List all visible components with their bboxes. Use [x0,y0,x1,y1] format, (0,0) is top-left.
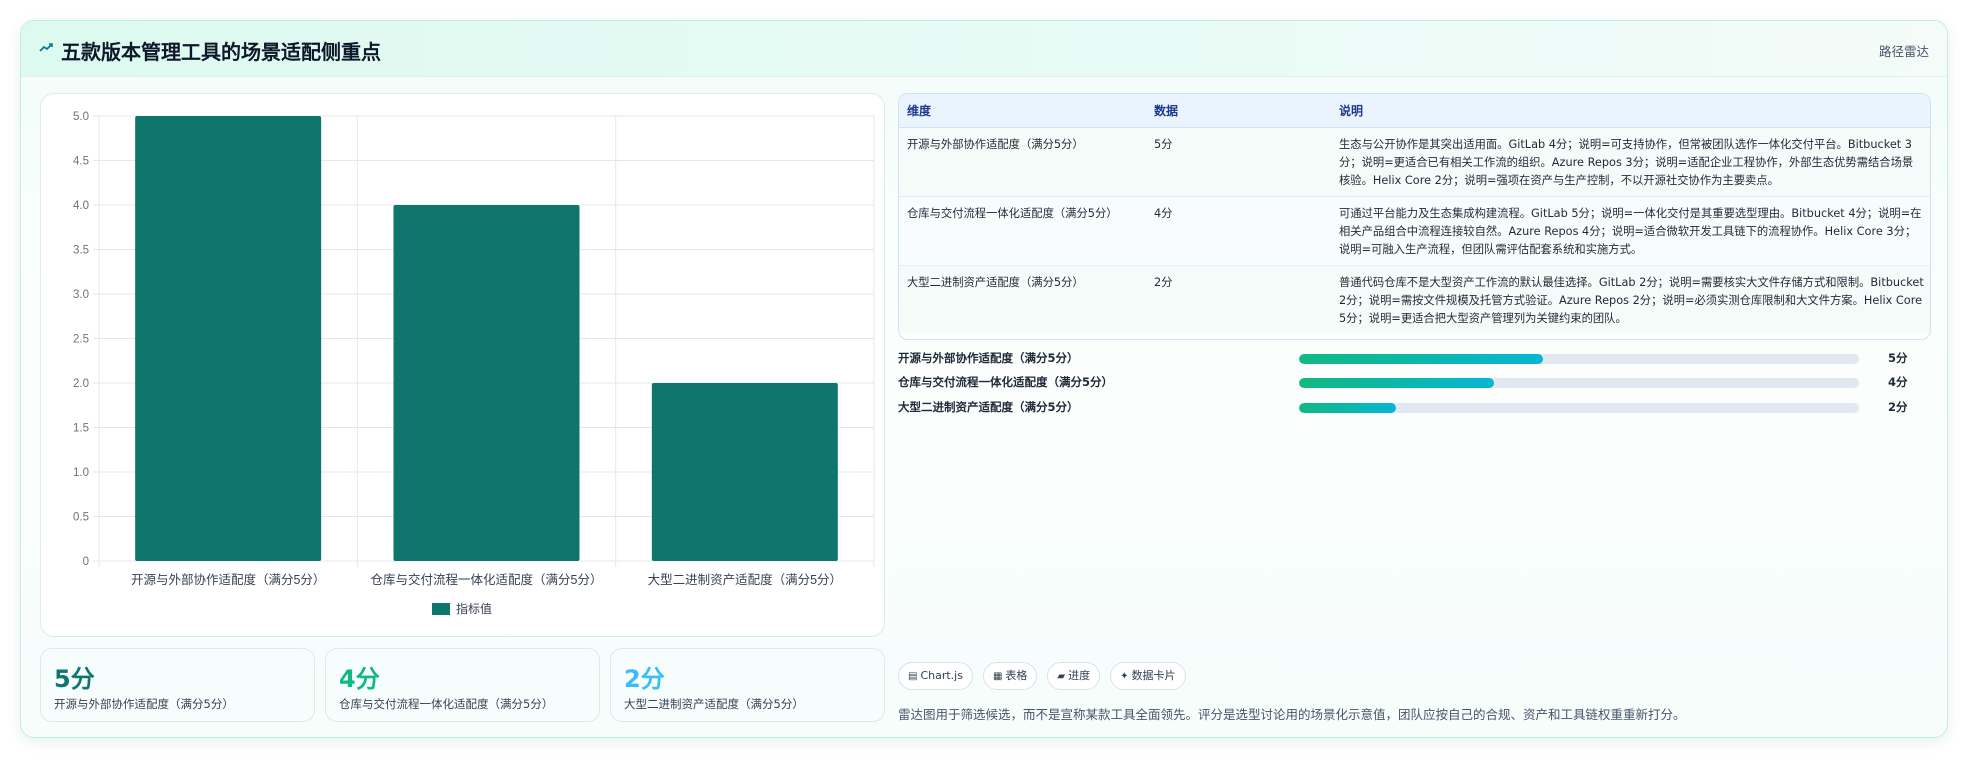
main-panel: 五款版本管理工具的场景适配侧重点 路径雷达 0 0.5 1.0 1.5 2.0 2.5 3.… [20,20,1948,738]
table-row: 大型二进制资产适配度（满分5分） 2分 普通代码仓库不是大型资产工作流的默认最佳… [899,265,1930,334]
table-icon: ▦ [992,671,1003,682]
bar [393,205,580,561]
stat-value: 4分 [339,665,380,693]
progress-track [1299,403,1859,413]
table-header-row: 维度 数据 说明 [899,94,1930,128]
page-title: 五款版本管理工具的场景适配侧重点 [61,40,381,64]
data-table-card: 维度 数据 说明 开源与外部协作适配度（满分5分） 5分 生态与公开协作是其突出… [898,93,1931,340]
stat-card: 5分 开源与外部协作适配度（满分5分） [40,648,315,722]
progress-value: 5分 [1888,351,1908,365]
stat-label: 仓库与交付流程一体化适配度（满分5分） [339,697,554,711]
progress-row: 大型二进制资产适配度（满分5分） 2分 [898,397,1931,417]
x-tick-label: 仓库与交付流程一体化适配度（满分5分） [371,572,603,587]
cell-description: 生态与公开协作是其突出适用面。GitLab 4分；说明=可支持协作，但常被团队选… [1331,127,1930,197]
chip-label: 表格 [1005,669,1028,682]
chip-progress[interactable]: ▰ 进度 [1047,662,1101,690]
progress-row: 仓库与交付流程一体化适配度（满分5分） 4分 [898,372,1931,392]
cell-description: 普通代码仓库不是大型资产工作流的默认最佳选择。GitLab 2分；说明=需要核实… [1331,265,1930,334]
cell-data: 4分 [1146,196,1331,266]
bar-chart-card: 0 0.5 1.0 1.5 2.0 2.5 3.0 3.5 4.0 4.5 5.0 开源与外部协作适配… [40,93,885,637]
chip-label: 数据卡片 [1131,669,1176,682]
x-tick-label: 大型二进制资产适配度（满分5分） [648,572,842,587]
chip-chartjs[interactable]: ▤ Chart.js [898,662,973,690]
progress-track [1299,378,1859,388]
y-tick-label: 1.5 [73,423,89,435]
progress-label: 仓库与交付流程一体化适配度（满分5分） [898,375,1113,389]
trend-icon [39,43,53,52]
y-tick-label: 0.5 [73,512,89,524]
legend-swatch [432,603,450,615]
progress-icon: ▰ [1057,671,1066,682]
stat-label: 开源与外部协作适配度（满分5分） [54,697,234,711]
column-header-dimension: 维度 [899,94,1146,128]
y-tick-label: 1.0 [73,467,89,479]
legend-label: 指标值 [456,601,492,616]
y-tick-label: 5.0 [73,111,89,123]
cell-dimension: 仓库与交付流程一体化适配度（满分5分） [899,196,1146,266]
progress-fill [1299,403,1397,413]
y-tick-label: 0 [83,556,89,568]
cell-description: 可通过平台能力及生态集成构建流程。GitLab 5分；说明=一体化交付是其重要选… [1331,196,1930,266]
y-tick-label: 2.0 [73,378,89,390]
chart-icon: ▤ [908,671,918,682]
bar-chart: 0 0.5 1.0 1.5 2.0 2.5 3.0 3.5 4.0 4.5 5.0 开源与外部协作适配… [73,111,875,616]
progress-label: 开源与外部协作适配度（满分5分） [898,351,1079,365]
sparkle-icon: ✦ [1120,671,1129,682]
stat-value: 2分 [624,665,665,693]
data-table: 维度 数据 说明 开源与外部协作适配度（满分5分） 5分 生态与公开协作是其突出… [899,94,1930,334]
stat-card: 2分 大型二进制资产适配度（满分5分） [610,648,885,722]
cell-data: 5分 [1146,127,1331,197]
y-tick-label: 3.5 [73,245,89,257]
cell-dimension: 开源与外部协作适配度（满分5分） [899,127,1146,197]
column-header-description: 说明 [1331,94,1930,128]
chip-data-cards[interactable]: ✦ 数据卡片 [1110,662,1186,690]
y-tick-label: 3.0 [73,289,89,301]
cell-dimension: 大型二进制资产适配度（满分5分） [899,265,1146,334]
progress-value: 4分 [1888,375,1908,389]
feature-chips: ▤ Chart.js ▦ 表格 ▰ 进度 ✦ 数据卡片 [898,662,1196,690]
y-tick-label: 4.5 [73,156,89,168]
stat-value: 5分 [54,665,95,693]
y-tick-label: 2.5 [73,334,89,346]
footnote: 雷达图用于筛选候选，而不是宣称某款工具全面领先。评分是选型讨论用的场景化示意值，… [898,707,1686,722]
table-row: 开源与外部协作适配度（满分5分） 5分 生态与公开协作是其突出适用面。GitLa… [899,127,1930,197]
stat-label: 大型二进制资产适配度（满分5分） [624,697,804,711]
progress-track [1299,354,1859,364]
cell-data: 2分 [1146,265,1331,334]
x-tick-label: 开源与外部协作适配度（满分5分） [131,572,325,587]
progress-label: 大型二进制资产适配度（满分5分） [898,400,1079,414]
progress-fill [1299,354,1543,364]
chip-label: 进度 [1068,669,1091,682]
progress-row: 开源与外部协作适配度（满分5分） 5分 [898,348,1931,368]
chip-table[interactable]: ▦ 表格 [982,662,1038,690]
bar [651,383,838,561]
header-link[interactable]: 路径雷达 [1879,41,1929,60]
y-tick-label: 4.0 [73,200,89,212]
column-header-data: 数据 [1146,94,1331,128]
progress-value: 2分 [1888,400,1908,414]
panel-header: 五款版本管理工具的场景适配侧重点 路径雷达 [21,21,1947,77]
stat-card: 4分 仓库与交付流程一体化适配度（满分5分） [325,648,600,722]
bar [135,116,322,561]
table-row: 仓库与交付流程一体化适配度（满分5分） 4分 可通过平台能力及生态集成构建流程。… [899,196,1930,266]
progress-fill [1299,378,1494,388]
chip-label: Chart.js [920,669,963,682]
